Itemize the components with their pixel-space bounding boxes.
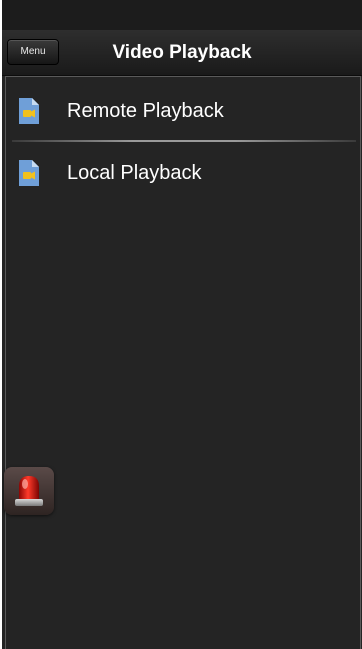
- list-item-remote-playback[interactable]: Remote Playback: [6, 81, 360, 141]
- playback-list: Remote Playback Local Playback: [5, 76, 361, 649]
- list-item-label: Remote Playback: [67, 100, 224, 122]
- alarm-button[interactable]: [4, 467, 54, 515]
- menu-button[interactable]: Menu: [7, 39, 59, 65]
- list-item-local-playback[interactable]: Local Playback: [6, 143, 360, 203]
- video-file-icon: [19, 98, 39, 124]
- video-file-icon: [19, 160, 39, 186]
- siren-icon: [15, 476, 43, 506]
- list-divider: [12, 140, 356, 142]
- navigation-bar: Menu Video Playback: [2, 30, 362, 76]
- app-screen: Menu Video Playback Remote Playback Loca…: [2, 0, 362, 649]
- page-title: Video Playback: [112, 42, 252, 63]
- status-bar: [2, 0, 362, 30]
- list-item-label: Local Playback: [67, 162, 202, 184]
